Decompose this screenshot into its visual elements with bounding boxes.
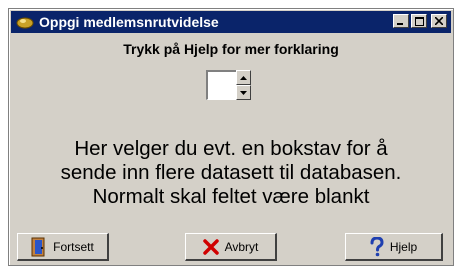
- arrow-down-icon: [240, 90, 247, 95]
- letter-input[interactable]: [206, 70, 236, 100]
- arrow-up-icon: [240, 75, 247, 80]
- message-line: Her velger du evt. en bokstav for å: [74, 137, 388, 160]
- question-icon: [370, 236, 384, 256]
- letter-spinner[interactable]: [206, 70, 251, 100]
- minimize-button[interactable]: [393, 14, 409, 28]
- continue-label: Fortsett: [53, 239, 94, 254]
- help-button[interactable]: Hjelp: [345, 233, 443, 261]
- title-bar[interactable]: Oppgi medlemsnrutvidelse: [11, 11, 451, 33]
- message-line: Normalt skal feltet være blankt: [92, 185, 370, 208]
- spin-down-button[interactable]: [236, 85, 251, 100]
- minimize-icon: [394, 15, 408, 27]
- spin-up-button[interactable]: [236, 70, 251, 85]
- dialog-window: Oppgi medlemsnrutvidelse Trykk på Hjelp …: [8, 8, 454, 266]
- close-button[interactable]: [431, 14, 447, 28]
- message-line: sende inn flere datasett til databasen.: [60, 161, 402, 184]
- help-hint-text: Trykk på Hjelp for mer forklaring: [123, 41, 339, 57]
- help-label: Hjelp: [389, 239, 418, 254]
- continue-button[interactable]: Fortsett: [17, 233, 109, 261]
- maximize-icon: [412, 15, 426, 27]
- door-icon: [31, 237, 45, 256]
- window-title: Oppgi medlemsnrutvidelse: [39, 14, 219, 30]
- instruction-message: Her velger du evt. en bokstav for å send…: [9, 137, 453, 209]
- close-icon: [432, 15, 446, 27]
- cancel-button[interactable]: Avbryt: [185, 233, 277, 261]
- red-x-icon: [202, 238, 219, 255]
- cancel-label: Avbryt: [224, 239, 259, 254]
- maximize-button[interactable]: [411, 14, 427, 28]
- app-icon: [15, 14, 35, 30]
